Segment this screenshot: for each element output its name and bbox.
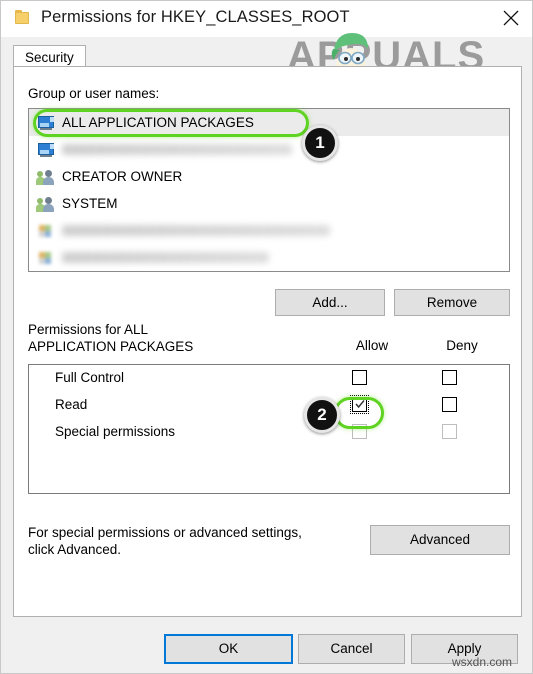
add-button[interactable]: Add... <box>275 289 385 316</box>
permissions-for-label-line1: Permissions for ALL <box>28 322 149 337</box>
advanced-note-line2: click Advanced. <box>28 542 122 557</box>
tab-security[interactable]: Security <box>13 45 86 67</box>
window-title: Permissions for HKEY_CLASSES_ROOT <box>41 8 350 26</box>
permissions-for-label-line2: APPLICATION PACKAGES <box>28 339 194 354</box>
advanced-note-line1: For special permissions or advanced sett… <box>28 525 302 540</box>
allow-checkbox-read[interactable] <box>350 395 369 414</box>
cancel-button[interactable]: Cancel <box>298 634 405 664</box>
title-bar: Permissions for HKEY_CLASSES_ROOT <box>1 1 532 37</box>
close-button[interactable] <box>489 1 533 35</box>
permissions-for-label: Permissions for ALL APPLICATION PACKAGES <box>28 321 288 355</box>
list-item-label-redacted <box>62 252 269 263</box>
permission-name: Full Control <box>55 370 125 385</box>
permission-row: Special permissions <box>29 419 509 446</box>
package-icon <box>37 115 55 131</box>
group-or-user-names-list[interactable]: ALL APPLICATION PACKAGES CREATOR OWNER S… <box>28 108 510 272</box>
deny-checkbox-special-permissions <box>442 424 457 439</box>
permissions-dialog: Permissions for HKEY_CLASSES_ROOT APPUAL… <box>0 0 533 674</box>
small-account-icon <box>37 223 55 239</box>
advanced-note: For special permissions or advanced sett… <box>28 524 358 558</box>
list-item-label: CREATOR OWNER <box>62 169 183 184</box>
list-item[interactable] <box>29 244 509 271</box>
list-item[interactable]: CREATOR OWNER <box>29 163 509 190</box>
package-icon <box>37 142 55 158</box>
checkmark-icon <box>354 398 366 410</box>
advanced-button[interactable]: Advanced <box>370 525 510 555</box>
allow-checkbox-special-permissions <box>352 424 367 439</box>
users-icon <box>36 196 55 212</box>
column-header-deny: Deny <box>446 338 478 353</box>
tab-strip: Security <box>13 45 513 67</box>
ok-button[interactable]: OK <box>164 634 293 664</box>
small-account-icon <box>37 250 55 266</box>
list-item-label-redacted <box>62 144 292 155</box>
list-item[interactable]: ALL APPLICATION PACKAGES <box>29 109 509 136</box>
allow-checkbox-full-control[interactable] <box>352 370 367 385</box>
list-item[interactable] <box>29 217 509 244</box>
permission-name: Special permissions <box>55 424 176 439</box>
deny-checkbox-read[interactable] <box>442 397 457 412</box>
list-item-label: SYSTEM <box>62 196 118 211</box>
list-item[interactable] <box>29 136 509 163</box>
folder-icon <box>15 10 31 25</box>
remove-button[interactable]: Remove <box>394 289 510 316</box>
site-stamp: wsxdn.com <box>452 655 513 669</box>
list-item-label-redacted <box>62 225 330 236</box>
permissions-list: Full Control Read Special permissions <box>28 364 510 494</box>
permission-row: Read <box>29 392 509 419</box>
group-or-user-names-label: Group or user names: <box>28 86 160 101</box>
deny-checkbox-full-control[interactable] <box>442 370 457 385</box>
list-item-label: ALL APPLICATION PACKAGES <box>62 115 254 130</box>
permission-row: Full Control <box>29 365 509 392</box>
permission-name: Read <box>55 397 88 412</box>
column-header-allow: Allow <box>355 338 389 353</box>
security-tab-panel: Group or user names: ALL APPLICATION PAC… <box>13 66 522 617</box>
list-item[interactable]: SYSTEM <box>29 190 509 217</box>
users-icon <box>36 169 55 185</box>
